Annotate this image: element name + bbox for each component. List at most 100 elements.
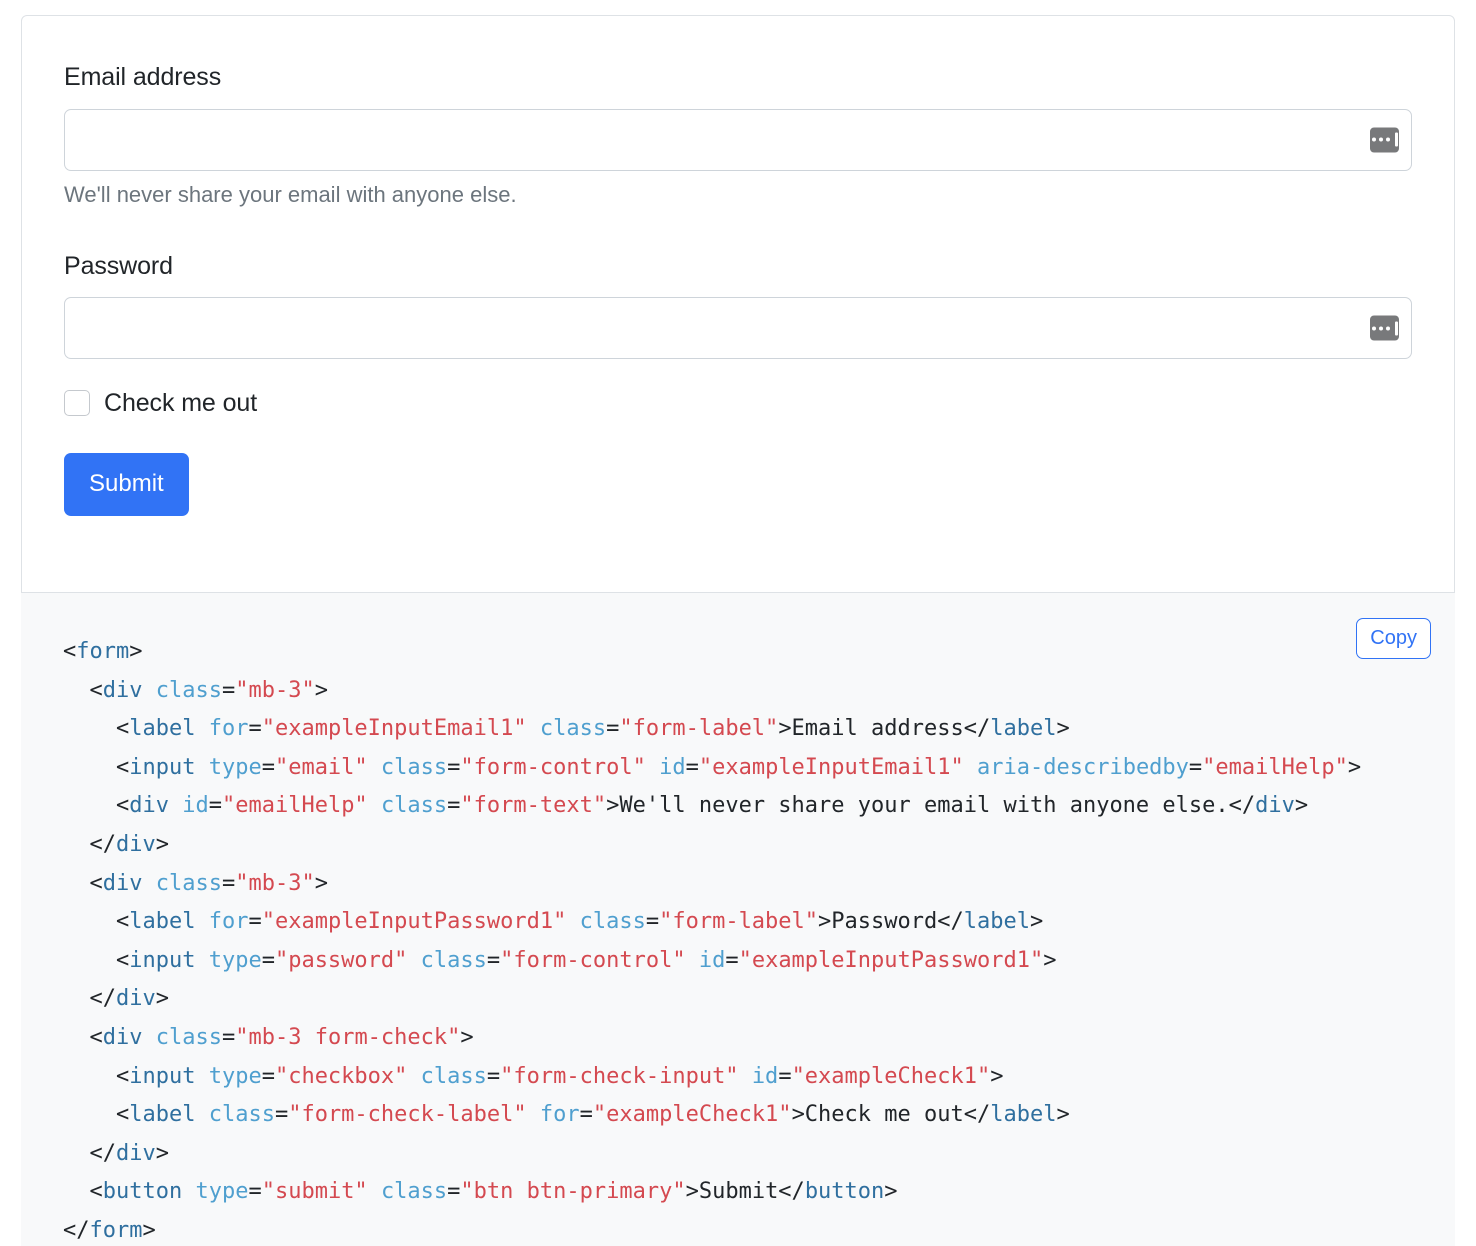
code-token: div [103,678,143,703]
code-token: = [248,1179,261,1204]
email-input[interactable] [64,109,1412,171]
code-token: for [540,1102,580,1127]
copy-button[interactable]: Copy [1356,618,1431,659]
code-token [169,793,182,818]
code-token [407,948,420,973]
code-token: "exampleInputPassword1" [739,948,1044,973]
code-token: aria-describedby [977,755,1189,780]
code-token: for [209,909,249,934]
code-token [964,755,977,780]
code-token: > [1056,1102,1069,1127]
code-token: >Check me out</ [792,1102,991,1127]
password-input[interactable] [64,297,1412,359]
code-token: "mb-3" [235,678,314,703]
code-line: <div id="emailHelp" class="form-text">We… [63,787,1455,826]
code-token: "btn btn-primary" [460,1179,685,1204]
button-spacer [64,416,1412,453]
code-token: "exampleInputEmail1" [699,755,964,780]
code-token [195,1102,208,1127]
code-token: "exampleInputEmail1" [262,716,527,741]
code-token: >Email address</ [778,716,990,741]
code-token: "form-text" [460,793,606,818]
code-token [368,793,381,818]
code-token: class [156,1025,222,1050]
submit-button[interactable]: Submit [64,453,189,516]
code-token [527,1102,540,1127]
code-token: = [262,1064,275,1089]
code-token: = [447,1179,460,1204]
code-token: </ [63,986,116,1011]
check-me-out-label[interactable]: Check me out [104,391,257,416]
check-me-out-checkbox[interactable] [64,390,90,416]
code-block[interactable]: Copy <form> <div class="mb-3"> <label fo… [21,593,1455,1246]
code-token: "form-label" [659,909,818,934]
code-token: class [209,1102,275,1127]
code-token: class [381,1179,447,1204]
check-me-out-group: Check me out [64,390,1412,416]
code-token: div [116,832,156,857]
code-token: >Password</ [818,909,964,934]
code-token: "form-label" [619,716,778,741]
code-token: >Submit</ [686,1179,805,1204]
code-token: class [156,678,222,703]
code-line: <button type="submit" class="btn btn-pri… [63,1173,1455,1212]
code-token: class [421,948,487,973]
field-spacer [64,359,1412,390]
code-token: < [63,909,129,934]
code-token [407,1064,420,1089]
code-token [195,716,208,741]
code-line: <label for="exampleInputPassword1" class… [63,903,1455,942]
code-token: >We'll never share your email with anyon… [606,793,1255,818]
code-token [195,909,208,934]
code-token: div [103,1025,143,1050]
code-token [739,1064,752,1089]
code-token: > [156,832,169,857]
code-token: = [262,948,275,973]
code-token: = [778,1064,791,1089]
code-token: div [116,1141,156,1166]
code-token: > [1348,755,1361,780]
code-token: > [142,1218,155,1243]
code-line: </div> [63,1135,1455,1174]
code-token: </ [63,1218,90,1243]
code-token: = [646,909,659,934]
code-token: = [222,1025,235,1050]
code-token: form [76,639,129,664]
code-token: "email" [275,755,368,780]
code-token: type [195,1179,248,1204]
code-token: < [63,678,103,703]
code-token: < [63,793,129,818]
code-token: < [63,1102,129,1127]
code-token: > [990,1064,1003,1089]
code-token: = [487,1064,500,1089]
code-token: < [63,871,103,896]
code-token: = [222,678,235,703]
code-token: < [63,1179,103,1204]
code-token: > [460,1025,473,1050]
code-line: <input type="email" class="form-control"… [63,749,1455,788]
code-token: "form-control" [460,755,645,780]
code-token: = [1189,755,1202,780]
code-token: label [129,909,195,934]
code-token: "mb-3 form-check" [235,1025,460,1050]
password-label: Password [64,253,1412,281]
code-token: = [447,793,460,818]
code-token: = [487,948,500,973]
code-token: > [1295,793,1308,818]
code-token: < [63,1025,103,1050]
code-token: "emailHelp" [1202,755,1348,780]
code-token: label [990,1102,1056,1127]
code-token: button [103,1179,182,1204]
code-token: = [275,1102,288,1127]
example-preview-card: Email address We'll never share your ema… [21,15,1455,593]
code-line: <label class="form-check-label" for="exa… [63,1096,1455,1135]
code-token: = [248,909,261,934]
code-token: input [129,1064,195,1089]
code-token: "exampleInputPassword1" [262,909,567,934]
code-token: id [182,793,209,818]
code-line: </div> [63,826,1455,865]
code-token: = [686,755,699,780]
code-token: > [1056,716,1069,741]
code-token [527,716,540,741]
code-token: = [447,755,460,780]
